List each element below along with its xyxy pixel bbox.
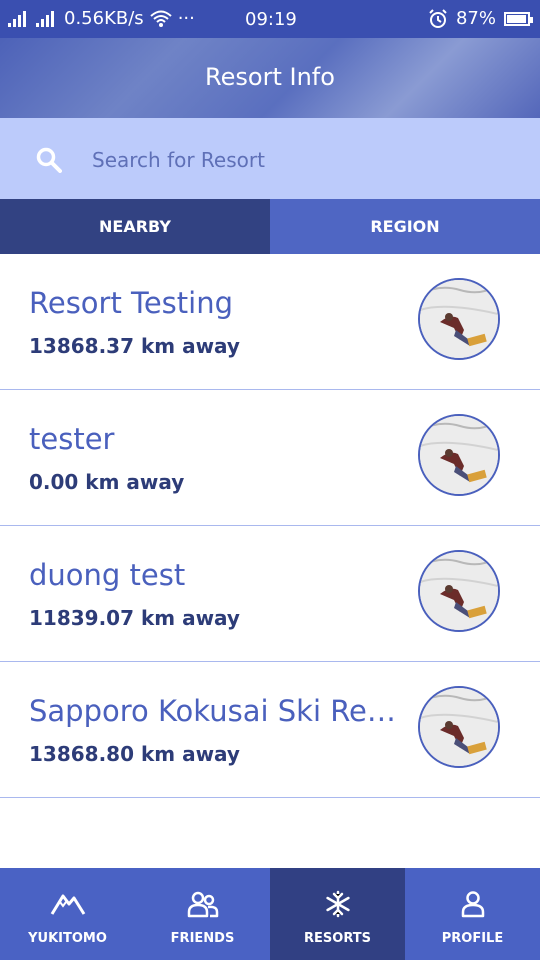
signal-icon xyxy=(8,10,30,27)
snowflake-icon xyxy=(325,890,350,918)
search-bar xyxy=(0,118,540,199)
search-input[interactable] xyxy=(90,142,514,178)
profile-icon xyxy=(461,891,484,918)
friends-icon xyxy=(187,891,218,918)
tab-region[interactable]: REGION xyxy=(270,199,540,254)
battery-percent: 87% xyxy=(455,8,496,29)
list-item[interactable]: Resort Testing 13868.37 km away xyxy=(0,254,540,390)
nav-profile[interactable]: PROFILE xyxy=(405,868,540,960)
list-item[interactable]: duong test 11839.07 km away xyxy=(0,526,540,662)
search-icon[interactable] xyxy=(36,147,62,173)
tab-label: REGION xyxy=(370,217,440,236)
resort-name: Sapporo Kokusai Ski Res... xyxy=(29,694,404,728)
nav-yukitomo[interactable]: YUKITOMO xyxy=(0,868,135,960)
nav-label: FRIENDS xyxy=(170,931,235,946)
clock: 09:19 xyxy=(245,9,297,30)
resort-distance: 13868.37 km away xyxy=(29,334,240,358)
signal-icon xyxy=(36,10,58,27)
nav-label: YUKITOMO xyxy=(28,931,107,946)
resort-distance: 13868.80 km away xyxy=(29,742,240,766)
page-title: Resort Info xyxy=(205,63,335,91)
list-item[interactable]: tester 0.00 km away xyxy=(0,390,540,526)
tab-bar: NEARBY REGION xyxy=(0,199,540,254)
mountain-icon xyxy=(50,894,85,915)
list-item[interactable]: Sapporo Kokusai Ski Res... 13868.80 km a… xyxy=(0,662,540,798)
resort-thumbnail xyxy=(418,550,500,632)
nav-label: RESORTS xyxy=(304,931,371,946)
wifi-icon xyxy=(150,10,172,27)
nav-label: PROFILE xyxy=(441,931,504,946)
battery-icon xyxy=(504,11,533,26)
more-icon: ··· xyxy=(177,8,195,29)
tab-nearby[interactable]: NEARBY xyxy=(0,199,270,254)
resort-distance: 11839.07 km away xyxy=(29,606,240,630)
nav-friends[interactable]: FRIENDS xyxy=(135,868,270,960)
alarm-icon xyxy=(429,8,447,28)
resort-thumbnail xyxy=(418,686,500,768)
header: Resort Info xyxy=(0,38,540,118)
nav-resorts[interactable]: RESORTS xyxy=(270,868,405,960)
resort-thumbnail xyxy=(418,278,500,360)
resort-thumbnail xyxy=(418,414,500,496)
status-bar: 0.56KB/s ··· 09:19 87% xyxy=(0,0,540,38)
resort-distance: 0.00 km away xyxy=(29,470,185,494)
bottom-nav: YUKITOMO FRIENDS RESORTS PROFILE xyxy=(0,868,540,960)
tab-label: NEARBY xyxy=(99,217,171,236)
resort-name: duong test xyxy=(29,558,186,592)
network-speed: 0.56KB/s xyxy=(64,8,144,29)
resort-name: Resort Testing xyxy=(29,286,234,320)
resort-list: Resort Testing 13868.37 km away tester 0… xyxy=(0,254,540,798)
resort-name: tester xyxy=(29,422,115,456)
